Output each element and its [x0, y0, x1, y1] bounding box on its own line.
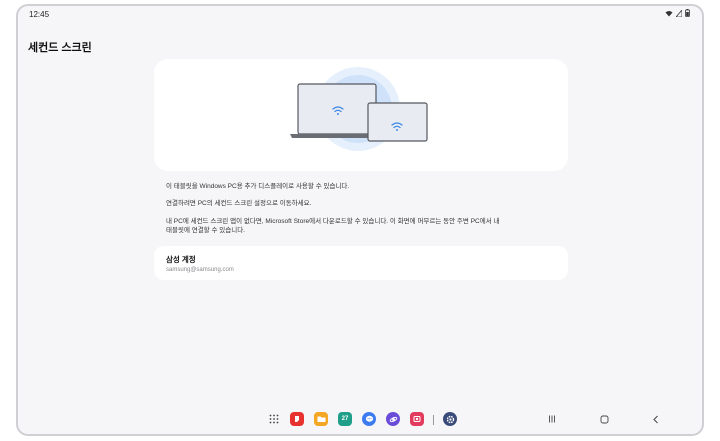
- back-button[interactable]: [649, 412, 663, 426]
- messages-icon[interactable]: [362, 412, 376, 426]
- wifi-icon: [665, 10, 673, 16]
- status-icons: [665, 9, 690, 17]
- account-email: samsung@samsung.com: [166, 267, 234, 273]
- laptop-tablet-illustration: [290, 67, 428, 151]
- calendar-day: 27: [341, 416, 349, 422]
- recents-button[interactable]: [545, 412, 559, 426]
- tablet-screen: 12:45 세컨드 스크린 이 태블릿을 Windows PC용 추가 디스플레…: [16, 4, 704, 436]
- internet-icon[interactable]: [386, 412, 400, 426]
- home-button[interactable]: [597, 412, 611, 426]
- status-bar: 12:45: [18, 6, 702, 24]
- calendar-icon[interactable]: 27: [338, 412, 352, 426]
- samsung-account-item[interactable]: 삼성 계정 samsung@samsung.com: [154, 246, 568, 280]
- screen-recorder-icon[interactable]: [410, 412, 424, 426]
- no-signal-icon: [676, 9, 682, 17]
- description-line-1: 이 태블릿을 Windows PC용 추가 디스플레이로 사용할 수 있습니다.: [166, 183, 350, 190]
- account-title: 삼성 계정: [166, 255, 196, 264]
- page-title: 세컨드 스크린: [28, 42, 92, 54]
- dock-separator: [433, 415, 434, 425]
- navigation-bar: 27: [18, 404, 702, 434]
- description-line-3: 내 PC에 세컨드 스크린 앱이 없다면, Microsoft Store에서 …: [166, 217, 566, 235]
- samsung-notes-icon[interactable]: [290, 412, 304, 426]
- description-line-3b: 태블릿에 연결할 수 있습니다.: [166, 227, 245, 234]
- description-line-3a: 내 PC에 세컨드 스크린 앱이 없다면, Microsoft Store에서 …: [166, 218, 500, 225]
- description-line-2: 연결하려면 PC의 세컨드 스크린 설정으로 이동하세요.: [166, 200, 312, 207]
- status-time: 12:45: [29, 10, 50, 19]
- battery-icon: [685, 9, 690, 17]
- my-files-icon[interactable]: [314, 412, 328, 426]
- settings-icon[interactable]: [443, 412, 457, 426]
- illustration-card: [154, 59, 568, 171]
- app-drawer-icon[interactable]: [267, 412, 281, 426]
